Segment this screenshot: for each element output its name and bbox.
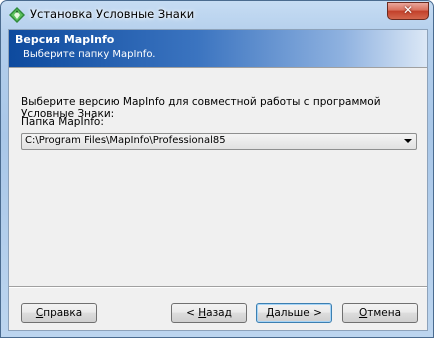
close-icon: ✕	[402, 3, 414, 17]
next-label-rest: альше >	[274, 307, 322, 319]
back-button[interactable]: < Назад	[171, 303, 247, 323]
dialog-client-area: Версия MapInfo Выберите папку MapInfo. В…	[8, 29, 428, 331]
cancel-accel: О	[358, 307, 368, 319]
help-button[interactable]: Справка	[21, 303, 97, 323]
wizard-header: Версия MapInfo Выберите папку MapInfo.	[9, 30, 427, 67]
back-accel: Н	[198, 307, 207, 319]
next-button[interactable]: Дальше >	[256, 303, 332, 323]
header-subtitle: Выберите папку MapInfo.	[23, 49, 156, 60]
help-label-rest: правка	[43, 307, 83, 319]
chevron-down-icon[interactable]	[404, 139, 412, 143]
folder-select-value: C:\Program Files\MapInfo\Professional85	[25, 135, 226, 146]
app-icon	[9, 7, 25, 23]
window-title: Установка Условные Знаки	[30, 7, 195, 21]
header-divider	[9, 67, 427, 68]
header-title: Версия MapInfo	[15, 33, 115, 46]
back-prefix: <	[186, 307, 199, 319]
back-label-rest: азад	[206, 307, 232, 319]
footer-divider	[9, 286, 427, 288]
cancel-button[interactable]: Отмена	[342, 303, 418, 323]
title-bar[interactable]: Установка Условные Знаки ✕	[1, 1, 435, 29]
cancel-label-rest: тмена	[367, 307, 402, 319]
mapinfo-folder-select[interactable]: C:\Program Files\MapInfo\Professional85	[21, 133, 417, 150]
installer-window: Установка Условные Знаки ✕ Версия MapInf…	[0, 0, 434, 338]
folder-label: Папка MapInfo:	[21, 116, 104, 128]
close-button[interactable]: ✕	[387, 2, 429, 20]
